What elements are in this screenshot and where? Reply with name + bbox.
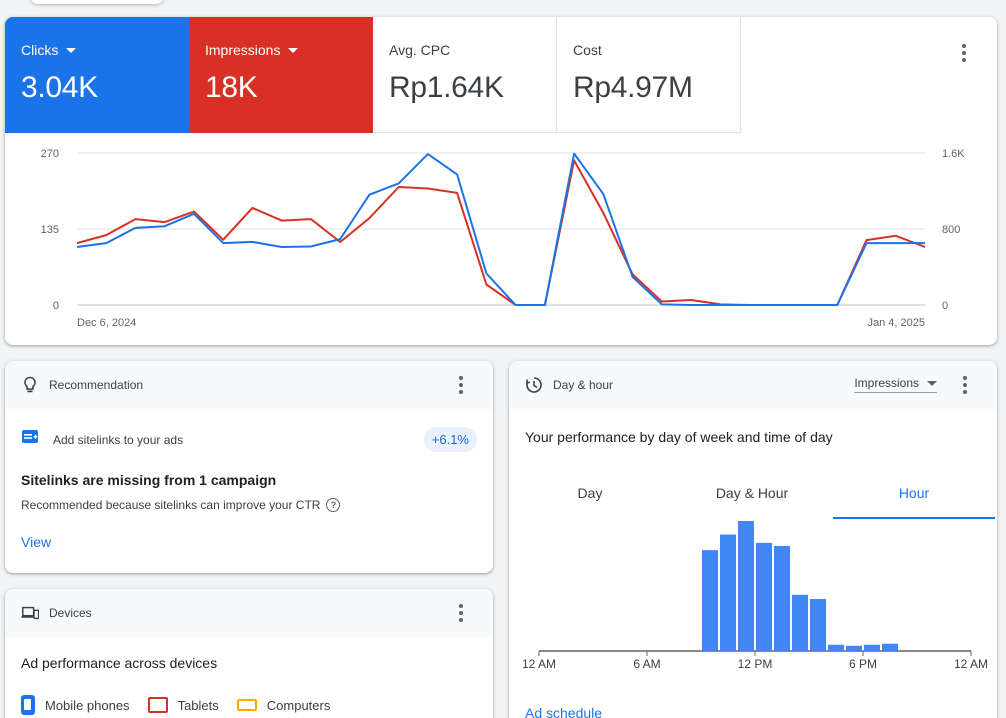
card-header: Day & hour Impressions [509,361,997,409]
help-icon[interactable]: ? [326,498,341,512]
recommendation-item-text: Add sitelinks to your ads [53,432,184,447]
more-vert-icon[interactable] [449,601,473,625]
lightbulb-icon [21,376,39,394]
legend-tablets[interactable]: Tablets [147,697,219,713]
hour-bar [882,643,898,651]
hour-bar [738,521,754,651]
legend-mobile-phones[interactable]: Mobile phones [21,695,130,715]
performance-line-chart: 0 0 135 800 270 1.6K Dec 6, 2024 Jan 4, 2025 [41,148,966,329]
metric-cost[interactable]: Cost Rp4.97M [557,17,741,133]
left-axis-tick: 135 [41,224,59,236]
top-floating-pill [30,0,164,4]
performance-title: Your performance by day of week and time… [525,429,833,445]
hour-bar [720,534,736,651]
metric-label: Cost [573,42,602,58]
left-axis-tick: 0 [53,300,59,312]
hour-bar [810,599,826,651]
tablet-icon [147,697,168,713]
metric-value: 18K [205,71,258,104]
hour-bar [756,542,772,651]
recommendation-item[interactable]: Add sitelinks to your ads +6.1% [5,409,493,452]
legend-computers[interactable]: Computers [236,698,330,713]
computer-icon [236,699,257,711]
card-title: Day & hour [553,378,614,392]
metric-label: Impressions [205,41,373,59]
metric-select[interactable]: Impressions [854,376,937,393]
recommendation-title: Sitelinks are missing from 1 campaign [21,472,277,488]
devices-icon [21,604,39,622]
hourly-bar-chart: 12 AM 6 AM 12 PM 6 PM 12 AM [522,521,988,671]
sitelink-icon [21,428,41,451]
dropdown-caret-icon[interactable] [288,47,299,53]
metric-value: Rp4.97M [573,71,693,104]
hour-bar [792,594,808,651]
metric-avg-cpc[interactable]: Avg. CPC Rp1.64K [373,17,557,133]
metric-label: Clicks [21,41,189,59]
more-vert-icon[interactable] [953,373,977,397]
card-title: Devices [49,606,92,620]
x-axis-start-label: Dec 6, 2024 [77,317,136,329]
metric-clicks[interactable]: Clicks 3.04K [5,17,189,133]
devices-legend: Mobile phones Tablets Computers [5,671,493,715]
chevron-down-icon [927,380,937,386]
devices-card: Devices Ad performance across devices Mo… [5,589,493,718]
right-axis-tick: 1.6K [942,148,965,160]
more-vert-icon[interactable] [952,41,976,65]
metric-value: 3.04K [21,71,98,104]
hour-bar [774,545,790,651]
metric-label: Avg. CPC [389,42,451,58]
x-axis-tick-label: 6 PM [849,657,877,671]
devices-title: Ad performance across devices [21,655,218,671]
hour-bar [846,645,862,651]
right-axis-tick: 0 [942,300,948,312]
day-hour-card: Day & hour Impressions Your performance … [509,361,997,718]
recommendation-card: Recommendation Add sitelinks to your ads… [5,361,493,573]
x-axis-tick-label: 6 AM [633,657,660,671]
metric-impressions[interactable]: Impressions 18K [189,17,373,133]
hour-bar [828,644,844,651]
x-axis-tick-label: 12 AM [522,657,556,671]
uplift-badge: +6.1% [423,427,477,452]
more-vert-icon[interactable] [449,373,473,397]
x-axis-end-label: Jan 4, 2025 [868,317,926,329]
ad-schedule-link[interactable]: Ad schedule [525,705,602,718]
card-header: Devices [5,589,493,637]
performance-summary-card: Clicks 3.04K Impressions 18K Avg. CPC Rp… [5,17,997,345]
left-axis-tick: 270 [41,148,59,160]
right-axis-tick: 800 [942,224,960,236]
card-title: Recommendation [49,378,144,392]
dropdown-caret-icon[interactable] [66,47,77,53]
hour-bar [702,550,718,651]
series-line-impressions [76,159,926,306]
x-axis-tick-label: 12 PM [738,657,773,671]
card-header: Recommendation [5,361,493,409]
mobile-phone-icon [21,695,35,715]
metric-value: Rp1.64K [389,71,504,104]
hour-bar [864,644,880,651]
view-recommendation-link[interactable]: View [5,512,493,550]
x-axis-tick-label: 12 AM [954,657,988,671]
clock-history-icon [525,376,543,394]
recommendation-subtitle: Recommended because sitelinks can improv… [5,488,493,512]
